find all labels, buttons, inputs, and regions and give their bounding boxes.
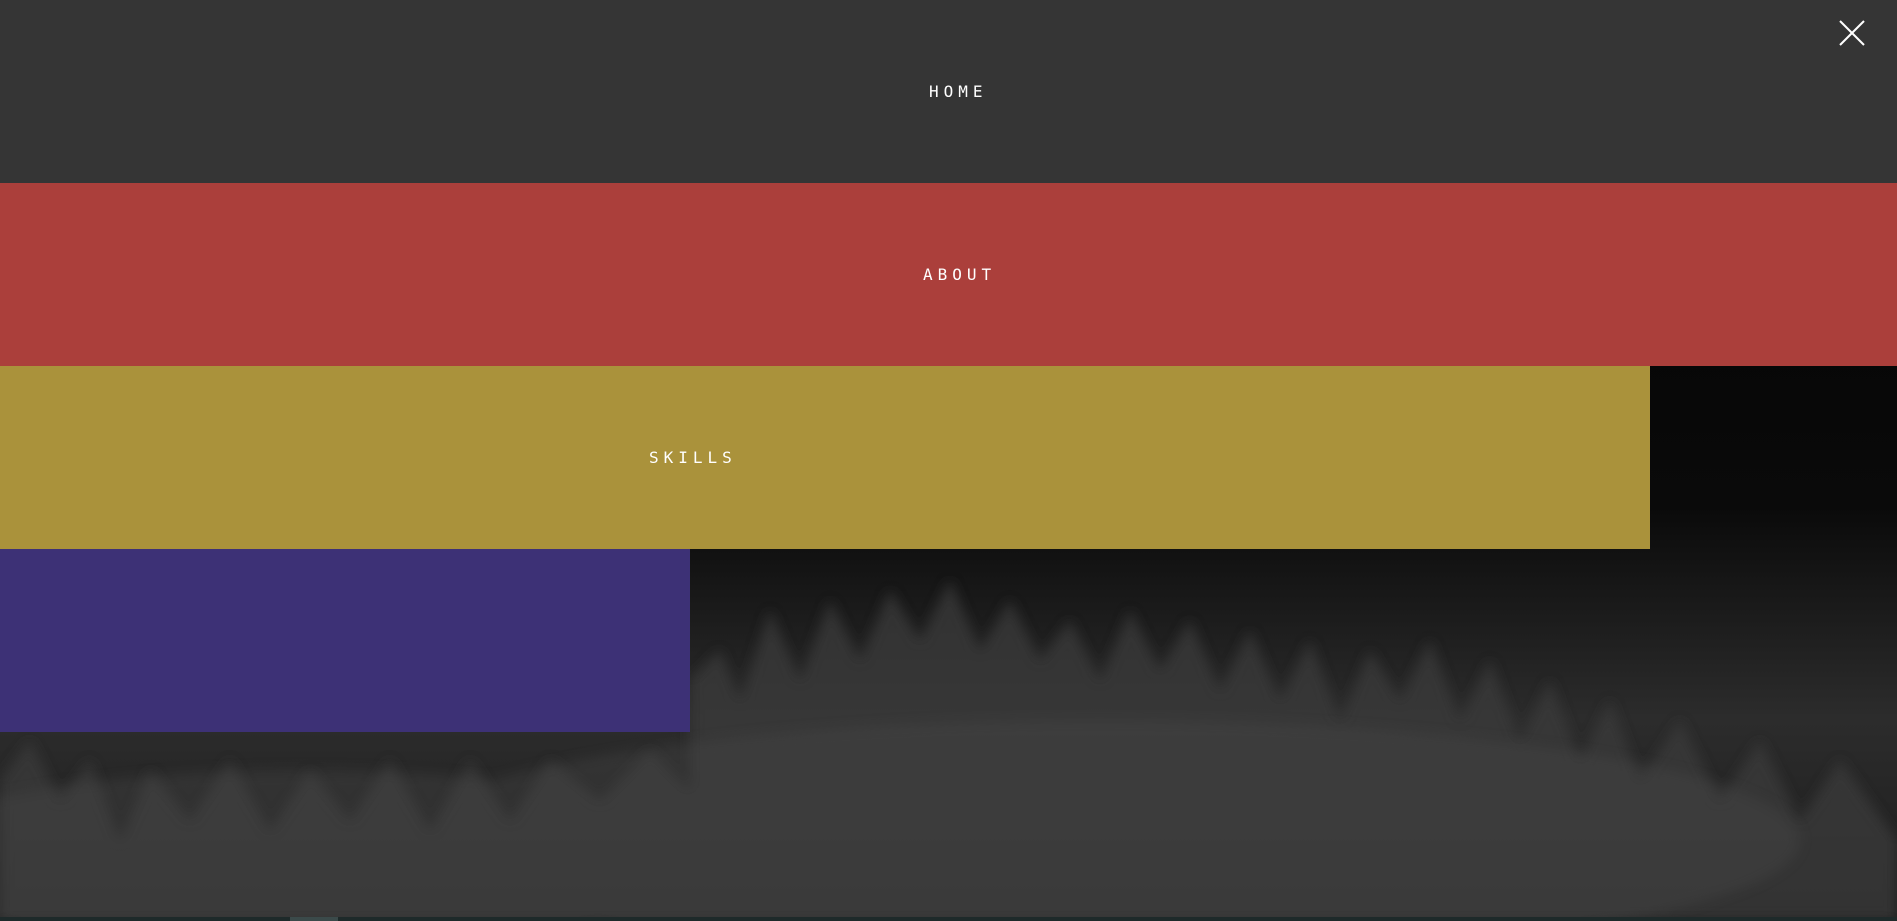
menu-overlay: HOME ABOUT SKILLS	[0, 0, 1897, 921]
menu-item-about[interactable]: ABOUT	[0, 183, 1897, 366]
close-button[interactable]	[1837, 18, 1867, 48]
menu-item-skills[interactable]: SKILLS	[0, 366, 1650, 549]
close-icon	[1839, 20, 1865, 46]
menu-item-contact[interactable]	[0, 549, 690, 732]
menu-item-home[interactable]: HOME	[0, 0, 1897, 183]
menu-item-about-label: ABOUT	[923, 265, 997, 284]
horizontal-scrollbar[interactable]	[0, 917, 1897, 921]
menu-item-home-label: HOME	[929, 82, 988, 101]
menu-item-skills-label: SKILLS	[649, 448, 737, 467]
scrollbar-thumb[interactable]	[290, 917, 338, 921]
